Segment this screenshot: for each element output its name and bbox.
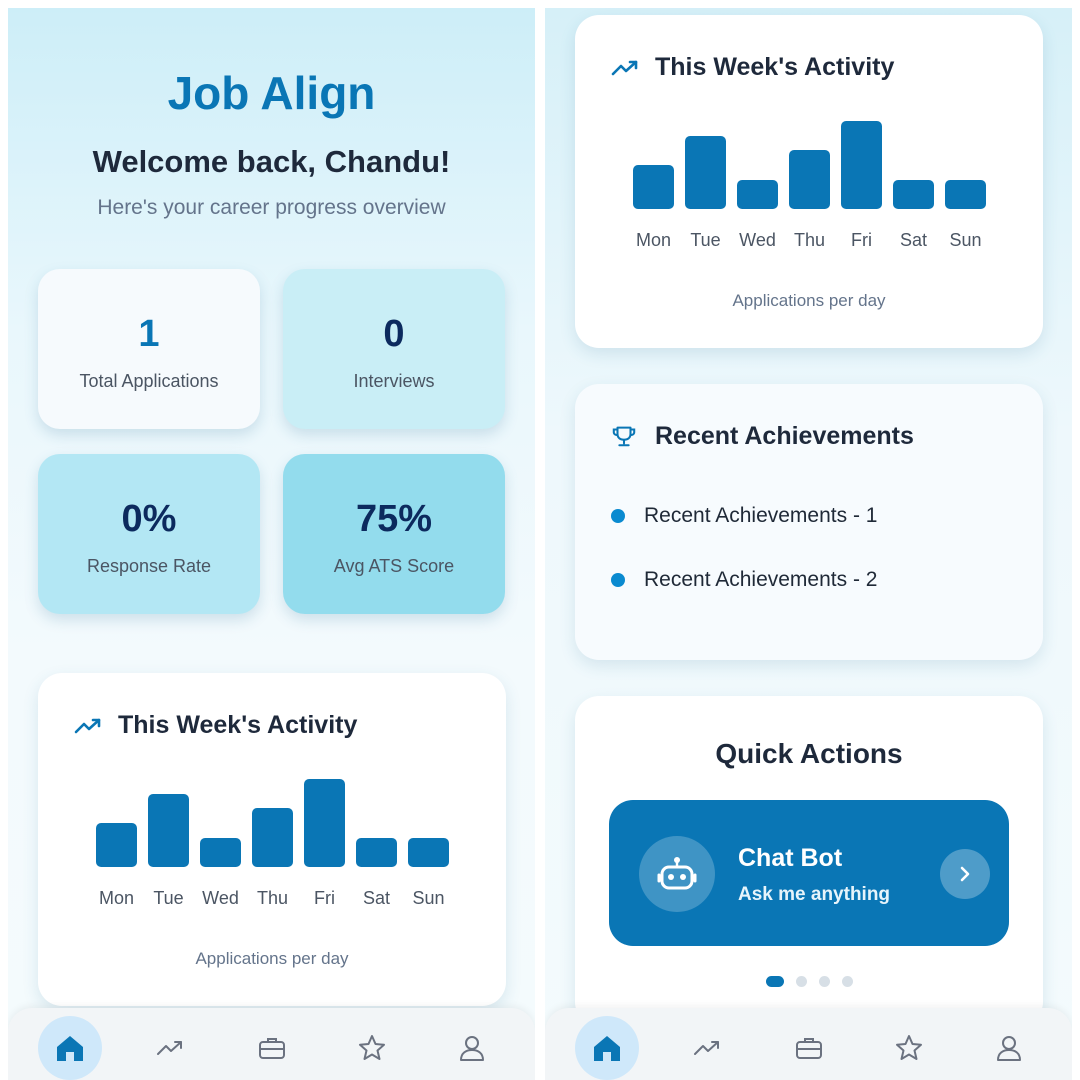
stat-label: Total Applications bbox=[79, 371, 219, 391]
chart-tick-label: Thu bbox=[793, 230, 826, 250]
stat-card-avg-ats-score[interactable]: 75% Avg ATS Score bbox=[283, 454, 505, 614]
stat-value: 75% bbox=[355, 498, 433, 540]
home-icon bbox=[53, 1032, 87, 1064]
bottom-nav bbox=[8, 1008, 535, 1080]
stat-label: Interviews bbox=[353, 371, 435, 391]
card-title: Recent Achievements bbox=[655, 422, 914, 450]
carousel-dot[interactable] bbox=[765, 976, 784, 987]
chart-tick-label: Tue bbox=[690, 230, 721, 250]
app-title: Job Align bbox=[167, 67, 376, 119]
chart-tick-label: Sun bbox=[412, 888, 445, 908]
quick-actions-title: Quick Actions bbox=[715, 738, 903, 769]
chart-bar-sun bbox=[945, 179, 986, 209]
recent-achievements-card: Recent Achievements Recent Achievements … bbox=[575, 384, 1043, 660]
welcome-subtitle: Here's your career progress overview bbox=[97, 196, 446, 219]
chart-bar-wed bbox=[737, 179, 778, 209]
dashboard-screen-bottom: This Week's Activity Mon Tue Wed Thu Fri Sat S… bbox=[545, 8, 1072, 1080]
chart-tick-label: Sat bbox=[899, 230, 928, 250]
chart-tick-label: Fri bbox=[314, 888, 335, 908]
chart-bar-sat bbox=[893, 179, 934, 209]
chart-tick-label: Wed bbox=[739, 230, 776, 250]
bullet-dot bbox=[611, 573, 625, 587]
trophy-icon bbox=[612, 426, 636, 447]
chart-tick-label: Mon bbox=[98, 888, 134, 908]
chart-caption: Applications per day bbox=[195, 949, 349, 968]
star-nav-button[interactable] bbox=[877, 1016, 941, 1080]
briefcase-nav-button[interactable] bbox=[240, 1016, 304, 1080]
carousel-dot[interactable] bbox=[841, 976, 853, 987]
welcome-heading: Welcome back, Chandu! bbox=[92, 144, 451, 179]
chart-bar-thu bbox=[252, 808, 293, 867]
chart-bar-sat bbox=[356, 837, 397, 867]
chatbot-action-card[interactable]: Chat Bot Ask me anything bbox=[609, 800, 1009, 946]
chart-tick-label: Wed bbox=[202, 888, 239, 908]
star-icon bbox=[894, 1033, 924, 1063]
stat-card-response-rate[interactable]: 0% Response Rate bbox=[38, 454, 260, 614]
carousel-dot[interactable] bbox=[795, 976, 807, 987]
chatbot-title: Chat Bot bbox=[738, 844, 843, 872]
chevron-right-icon[interactable] bbox=[940, 849, 990, 899]
briefcase-icon bbox=[794, 1035, 824, 1061]
weekly-activity-card: This Week's Activity Mon Tue Wed Thu Fri Sat S… bbox=[38, 673, 506, 1006]
achievement-item: Recent Achievements - 1 bbox=[611, 501, 877, 531]
dashboard-screen-top: Job Align Welcome back, Chandu! Here's y… bbox=[8, 8, 535, 1080]
chart-tick-label: Sun bbox=[949, 230, 982, 250]
stat-value: 0% bbox=[121, 498, 177, 540]
star-icon bbox=[357, 1033, 387, 1063]
carousel-indicator bbox=[575, 976, 1043, 987]
robot-icon bbox=[639, 836, 715, 912]
home-nav-button[interactable] bbox=[575, 1016, 639, 1080]
stat-value: 1 bbox=[138, 313, 160, 355]
chart-bar-fri bbox=[304, 779, 345, 867]
star-nav-button[interactable] bbox=[340, 1016, 404, 1080]
bottom-nav bbox=[545, 1008, 1072, 1080]
carousel-dot[interactable] bbox=[818, 976, 830, 987]
chart-caption: Applications per day bbox=[732, 291, 886, 310]
briefcase-nav-button[interactable] bbox=[777, 1016, 841, 1080]
stat-label: Avg ATS Score bbox=[333, 556, 455, 576]
achievement-item: Recent Achievements - 2 bbox=[611, 565, 877, 595]
trending-up-nav-button[interactable] bbox=[675, 1016, 739, 1080]
stat-card-interviews[interactable]: 0 Interviews bbox=[283, 269, 505, 429]
chart-tick-label: Tue bbox=[153, 888, 184, 908]
chart-tick-label: Mon bbox=[635, 230, 671, 250]
chart-bar-sun bbox=[408, 837, 449, 867]
weekly-activity-card: This Week's Activity Mon Tue Wed Thu Fri Sat S… bbox=[575, 15, 1043, 348]
bullet-dot bbox=[611, 509, 625, 523]
chatbot-subtitle: Ask me anything bbox=[738, 884, 891, 905]
chart-bar-wed bbox=[200, 837, 241, 867]
trending-up-icon bbox=[692, 1037, 722, 1059]
chart-bar-tue bbox=[148, 793, 189, 867]
chart-tick-label: Thu bbox=[256, 888, 289, 908]
stat-value: 0 bbox=[383, 313, 405, 355]
trending-up-icon bbox=[155, 1037, 185, 1059]
stat-label: Response Rate bbox=[86, 556, 212, 576]
user-icon bbox=[994, 1033, 1024, 1063]
stat-card-total-applications[interactable]: 1 Total Applications bbox=[38, 269, 260, 429]
user-nav-button[interactable] bbox=[977, 1016, 1041, 1080]
chart-bar-mon bbox=[96, 823, 137, 867]
briefcase-icon bbox=[257, 1035, 287, 1061]
user-icon bbox=[457, 1033, 487, 1063]
home-nav-button[interactable] bbox=[38, 1016, 102, 1080]
chart-tick-label: Fri bbox=[851, 230, 872, 250]
achievement-text: Recent Achievements - 2 bbox=[644, 568, 878, 591]
chart-tick-label: Sat bbox=[362, 888, 391, 908]
trending-up-nav-button[interactable] bbox=[138, 1016, 202, 1080]
chart-bar-thu bbox=[789, 150, 830, 209]
chart-bar-fri bbox=[841, 121, 882, 209]
chart-bar-mon bbox=[633, 165, 674, 209]
quick-actions-card: Quick Actions Chat Bot Ask me anything bbox=[575, 696, 1043, 1026]
chart-bar-tue bbox=[685, 135, 726, 209]
achievement-text: Recent Achievements - 1 bbox=[644, 504, 878, 527]
home-icon bbox=[590, 1032, 624, 1064]
user-nav-button[interactable] bbox=[440, 1016, 504, 1080]
